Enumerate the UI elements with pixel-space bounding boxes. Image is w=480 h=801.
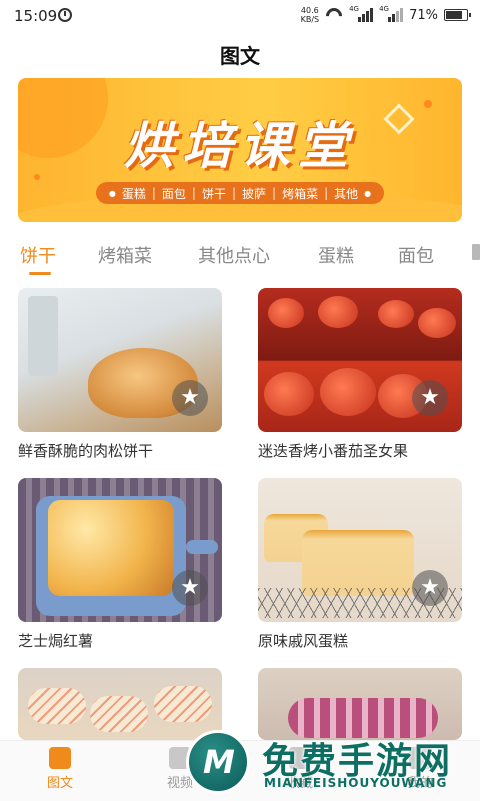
network-type-label: 4G [379, 5, 389, 13]
promo-banner[interactable]: 烘培课堂 ● 蛋糕 | 面包 | 饼干 | 披萨 | 烤箱菜 | 其他 ● [18, 78, 462, 222]
recipe-card[interactable] [18, 668, 222, 740]
recipe-image: ★ [258, 288, 462, 432]
recipe-card[interactable]: ★ 迷迭香烤小番茄圣女果 [258, 288, 462, 461]
nav-label: 图文 [46, 776, 73, 791]
star-icon[interactable]: ★ [412, 570, 448, 606]
recipe-image: ★ [18, 478, 222, 622]
tab-overflow-indicator [472, 244, 480, 260]
banner-category: 其他 [334, 186, 359, 201]
network-type-label: 4G [349, 5, 359, 13]
recipe-card[interactable] [258, 668, 462, 740]
book-icon [49, 747, 71, 769]
battery-icon [444, 9, 471, 21]
alarm-icon [58, 8, 72, 22]
tab-other-snacks[interactable]: 其他点心 [198, 242, 270, 268]
banner-category: 饼干 [201, 186, 226, 201]
page-title: 图文 [220, 44, 260, 68]
banner-category: 面包 [161, 186, 186, 201]
recipe-image: ★ [18, 288, 222, 432]
nav-label: 视频 [166, 776, 193, 791]
recipe-card[interactable]: ★ 原味戚风蛋糕 [258, 478, 462, 651]
watermark-subtitle: MIANFEISHOUYOUWANG [264, 776, 448, 790]
tab-oven-dishes[interactable]: 烤箱菜 [98, 242, 152, 268]
status-bar: 15:09 40.6 KB/S 4G 4G 71% [0, 0, 480, 34]
star-icon[interactable]: ★ [412, 380, 448, 416]
banner-title: 烘培课堂 [124, 117, 356, 175]
status-time: 15:09 [14, 7, 58, 25]
recipe-card[interactable]: ★ 鲜香酥脆的肉松饼干 [18, 288, 222, 461]
star-icon[interactable]: ★ [172, 380, 208, 416]
banner-category: 烤箱菜 [282, 186, 319, 201]
tab-biscuits[interactable]: 饼干 [20, 242, 56, 268]
battery-percent: 71% [409, 7, 438, 23]
banner-category: 蛋糕 [121, 186, 146, 201]
nav-tab-articles[interactable]: 图文 [30, 747, 90, 791]
network-speed-unit: KB/S [300, 15, 320, 24]
signal-icon: 4G [349, 5, 374, 22]
recipe-title: 迷迭香烤小番茄圣女果 [258, 442, 409, 460]
signal-icon: 4G [379, 5, 404, 22]
recipe-image: ★ [258, 478, 462, 622]
recipe-card[interactable]: ★ 芝士焗红薯 [18, 478, 222, 651]
recipe-title: 原味戚风蛋糕 [258, 632, 349, 650]
network-speed: 40.6 KB/S [301, 6, 320, 24]
recipe-title: 鲜香酥脆的肉松饼干 [18, 442, 154, 460]
wifi-icon [325, 8, 343, 22]
category-tabs: 饼干 烤箱菜 其他点心 蛋糕 面包 [0, 240, 480, 280]
active-tab-indicator [29, 272, 51, 275]
status-indicators: 40.6 KB/S 4G 4G 71% [301, 5, 471, 24]
tab-bread[interactable]: 面包 [398, 242, 434, 268]
banner-category-strip: ● 蛋糕 | 面包 | 饼干 | 披萨 | 烤箱菜 | 其他 ● [96, 182, 384, 204]
recipe-image [258, 668, 462, 740]
network-speed-value: 40.6 [300, 6, 319, 15]
banner-category: 披萨 [242, 186, 267, 201]
recipe-title: 芝士焗红薯 [18, 632, 94, 650]
tab-cakes[interactable]: 蛋糕 [318, 242, 354, 268]
watermark-logo [186, 730, 250, 794]
recipe-image [18, 668, 222, 740]
star-icon[interactable]: ★ [172, 570, 208, 606]
